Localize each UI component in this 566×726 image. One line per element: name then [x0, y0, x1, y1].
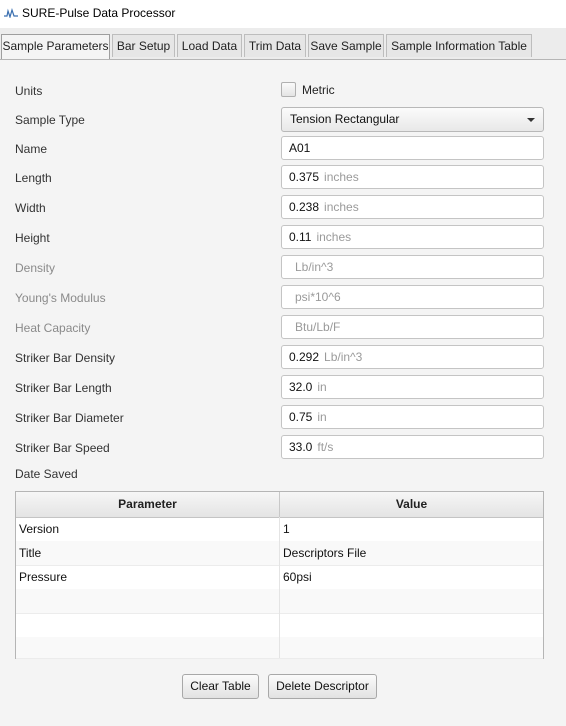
table-header: Parameter Value — [16, 492, 543, 518]
length-input[interactable]: 0.375 inches — [281, 165, 544, 189]
column-header-value[interactable]: Value — [280, 492, 543, 517]
table-cell-parameter: Title — [19, 546, 42, 560]
metric-label[interactable]: Metric — [302, 83, 335, 97]
width-input[interactable]: 0.238 inches — [281, 195, 544, 219]
striker-bar-speed-label: Striker Bar Speed — [15, 441, 110, 455]
sample-type-value: Tension Rectangular — [290, 112, 400, 126]
striker-bar-density-label: Striker Bar Density — [15, 351, 116, 365]
date-saved-label: Date Saved — [15, 467, 78, 481]
tab-save-sample[interactable]: Save Sample — [308, 34, 384, 57]
title-bar: SURE-Pulse Data Processor — [0, 0, 566, 28]
heat-capacity-unit: Btu/Lb/F — [295, 320, 341, 334]
youngs-modulus-input[interactable]: psi*10^6 — [281, 285, 544, 309]
table-cell-parameter — [19, 589, 278, 613]
striker-bar-diameter-input[interactable]: 0.75 in — [281, 405, 544, 429]
density-unit: Lb/in^3 — [295, 260, 334, 274]
window-title: SURE-Pulse Data Processor — [22, 6, 176, 20]
width-unit: inches — [324, 200, 359, 214]
striker-bar-density-unit: Lb/in^3 — [324, 350, 363, 364]
heat-capacity-label: Heat Capacity — [15, 321, 91, 335]
striker-bar-length-input[interactable]: 32.0 in — [281, 375, 544, 399]
delete-descriptor-button[interactable]: Delete Descriptor — [268, 674, 377, 699]
striker-bar-length-value: 32.0 — [289, 380, 313, 394]
name-input[interactable]: A01 — [281, 136, 544, 160]
tab-sample-information-table[interactable]: Sample Information Table — [386, 34, 532, 57]
table-row[interactable]: Pressure 60psi — [16, 565, 543, 590]
table-row[interactable]: Title Descriptors File — [16, 541, 543, 566]
metric-checkbox[interactable] — [281, 82, 296, 97]
table-cell-parameter — [19, 637, 278, 661]
tab-trim-data[interactable]: Trim Data — [244, 34, 306, 57]
striker-bar-speed-unit: ft/s — [317, 440, 334, 454]
tab-sample-parameters[interactable]: Sample Parameters — [1, 34, 110, 59]
width-value: 0.238 — [289, 200, 320, 214]
sample-type-label: Sample Type — [15, 113, 85, 127]
striker-bar-diameter-unit: in — [317, 410, 327, 424]
table-cell-value — [283, 589, 541, 613]
table-row[interactable] — [16, 589, 543, 614]
striker-bar-length-unit: in — [317, 380, 327, 394]
table-cell-parameter: Pressure — [19, 570, 68, 584]
table-cell-value — [283, 637, 541, 661]
height-value: 0.11 — [289, 230, 312, 244]
app-logo-icon — [4, 8, 18, 18]
width-label: Width — [15, 201, 46, 215]
height-label: Height — [15, 231, 50, 245]
table-cell-value: 60psi — [283, 570, 312, 584]
tab-bar-setup[interactable]: Bar Setup — [112, 34, 175, 57]
striker-bar-density-input[interactable]: 0.292 Lb/in^3 — [281, 345, 544, 369]
striker-bar-length-label: Striker Bar Length — [15, 381, 112, 395]
table-cell-value — [283, 613, 541, 637]
length-label: Length — [15, 171, 52, 185]
height-input[interactable]: 0.11 inches — [281, 225, 544, 249]
units-label: Units — [15, 84, 43, 98]
striker-bar-speed-value: 33.0 — [289, 440, 313, 454]
tab-bar: Sample Parameters Bar Setup Load Data Tr… — [0, 28, 566, 60]
striker-bar-diameter-label: Striker Bar Diameter — [15, 411, 124, 425]
table-row[interactable] — [16, 613, 543, 638]
chevron-down-icon — [527, 118, 535, 122]
table-cell-value: Descriptors File — [283, 546, 367, 560]
table-row[interactable] — [16, 637, 543, 659]
column-header-parameter[interactable]: Parameter — [16, 492, 280, 517]
table-row[interactable]: Version 1 — [16, 517, 543, 542]
density-input[interactable]: Lb/in^3 — [281, 255, 544, 279]
striker-bar-density-value: 0.292 — [289, 350, 320, 364]
length-value: 0.375 — [289, 170, 320, 184]
sample-type-select[interactable]: Tension Rectangular — [281, 107, 544, 132]
youngs-modulus-label: Young's Modulus — [15, 291, 106, 305]
table-cell-value: 1 — [283, 522, 290, 536]
table-cell-parameter: Version — [19, 522, 60, 536]
striker-bar-diameter-value: 0.75 — [289, 410, 313, 424]
name-value: A01 — [289, 141, 311, 155]
length-unit: inches — [324, 170, 359, 184]
striker-bar-speed-input[interactable]: 33.0 ft/s — [281, 435, 544, 459]
clear-table-button[interactable]: Clear Table — [182, 674, 259, 699]
youngs-modulus-unit: psi*10^6 — [295, 290, 341, 304]
height-unit: inches — [316, 230, 352, 244]
heat-capacity-input[interactable]: Btu/Lb/F — [281, 315, 544, 339]
density-label: Density — [15, 261, 56, 275]
table-cell-parameter — [19, 613, 278, 637]
descriptor-table[interactable]: Parameter Value Version 1 Title Descript… — [15, 491, 544, 659]
sample-parameters-panel: Units Metric Sample Type Tension Rectang… — [0, 60, 566, 726]
name-label: Name — [15, 142, 48, 156]
tab-load-data[interactable]: Load Data — [177, 34, 242, 57]
